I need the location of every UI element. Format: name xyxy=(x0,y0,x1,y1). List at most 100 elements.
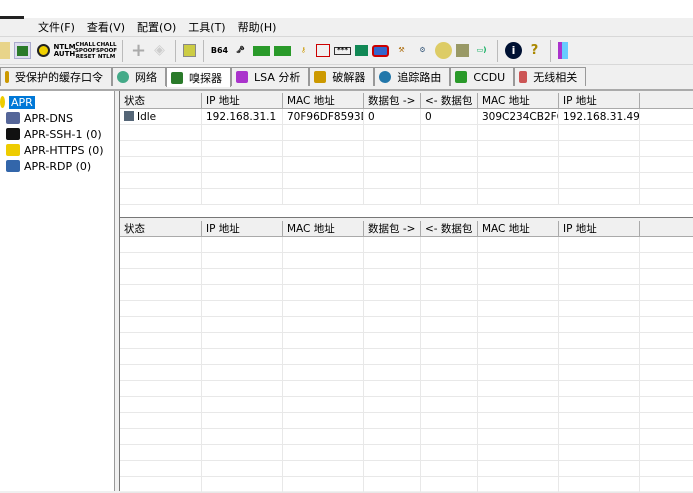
empty-row xyxy=(120,173,693,189)
col-status[interactable]: 状态 xyxy=(120,93,202,108)
empty-cell xyxy=(559,253,640,268)
col-packets-in[interactable]: <- 数据包 xyxy=(421,221,478,236)
col-ip[interactable]: IP 地址 xyxy=(202,93,283,108)
empty-cell xyxy=(640,397,693,412)
empty-cell xyxy=(120,125,202,140)
col-ip-2[interactable]: IP 地址 xyxy=(559,93,640,108)
col-packets-out[interactable]: 数据包 -> xyxy=(364,221,421,236)
empty-cell xyxy=(421,157,478,172)
tab-sniffer[interactable]: 嗅探器 xyxy=(166,67,231,87)
password-icon[interactable]: *** xyxy=(334,46,351,55)
sniffer-toggle-button[interactable] xyxy=(14,42,31,59)
empty-cell xyxy=(120,333,202,348)
key-icon[interactable]: ⚷ xyxy=(295,42,312,59)
apr-icon xyxy=(0,96,5,108)
hash-calc-icon[interactable] xyxy=(253,45,270,56)
base64-button[interactable]: B64 xyxy=(211,42,228,59)
menu-tools[interactable]: 工具(T) xyxy=(188,19,225,35)
empty-cell xyxy=(421,445,478,460)
tab-network[interactable]: 网络 xyxy=(112,67,166,86)
tree-node-apr-dns[interactable]: APR-DNS xyxy=(6,110,73,126)
tab-label: 无线相关 xyxy=(533,71,578,84)
rdp-icon[interactable] xyxy=(316,44,330,57)
col-mac-2[interactable]: MAC 地址 xyxy=(478,221,559,236)
tree-node-apr-ssh[interactable]: APR-SSH-1 (0) xyxy=(6,126,102,142)
remove-icon[interactable]: ◈ xyxy=(151,42,168,59)
network-icon[interactable]: ⚙ xyxy=(414,42,431,59)
col-mac-2[interactable]: MAC 地址 xyxy=(478,93,559,108)
tree-node-apr-https[interactable]: APR-HTTPS (0) xyxy=(6,142,104,158)
tree-node-apr[interactable]: APR xyxy=(0,94,35,110)
empty-cell xyxy=(202,253,283,268)
empty-cell xyxy=(202,173,283,188)
empty-cell xyxy=(478,477,559,492)
col-mac[interactable]: MAC 地址 xyxy=(283,221,364,236)
col-status[interactable]: 状态 xyxy=(120,221,202,236)
apr-toggle-button[interactable] xyxy=(35,42,52,59)
empty-cell xyxy=(478,381,559,396)
rainbow-icon[interactable] xyxy=(274,45,291,56)
menu-file[interactable]: 文件(F) xyxy=(38,19,75,35)
empty-cell xyxy=(120,365,202,380)
empty-cell xyxy=(421,477,478,492)
empty-cell xyxy=(283,461,364,476)
toolbar-separator xyxy=(550,39,551,62)
menu-config[interactable]: 配置(O) xyxy=(137,19,176,35)
empty-cell xyxy=(421,173,478,188)
tab-traceroute[interactable]: 追踪路由 xyxy=(374,67,451,86)
empty-cell xyxy=(559,333,640,348)
chall-spoof-reset-button[interactable]: CHALL SPOOF RESET xyxy=(75,42,96,60)
empty-cell xyxy=(640,189,693,204)
empty-cell xyxy=(559,349,640,364)
empty-row xyxy=(120,397,693,413)
col-ip-2[interactable]: IP 地址 xyxy=(559,221,640,236)
hammer-icon[interactable]: ⚒ xyxy=(393,42,410,59)
empty-cell xyxy=(421,141,478,156)
cell-empty xyxy=(640,109,693,124)
empty-cell xyxy=(283,365,364,380)
add-icon[interactable]: + xyxy=(130,42,147,60)
tree-node-apr-rdp[interactable]: APR-RDP (0) xyxy=(6,158,91,174)
empty-cell xyxy=(421,333,478,348)
empty-row xyxy=(120,365,693,381)
info-icon[interactable]: i xyxy=(505,42,522,59)
table-row[interactable]: Idle 192.168.31.1 70F96DF8593D 0 0 309C2… xyxy=(120,109,693,125)
empty-row xyxy=(120,349,693,365)
decoder-icon[interactable] xyxy=(183,44,196,57)
col-mac[interactable]: MAC 地址 xyxy=(283,93,364,108)
empty-cell xyxy=(283,397,364,412)
list-header: 状态 IP 地址 MAC 地址 数据包 -> <- 数据包 MAC 地址 IP … xyxy=(120,93,693,109)
tab-protected-cache[interactable]: 受保护的缓存口令 xyxy=(0,67,112,86)
empty-cell xyxy=(202,381,283,396)
col-packets-out[interactable]: 数据包 -> xyxy=(364,93,421,108)
empty-cell xyxy=(640,141,693,156)
chall-spoof-ntlm-button[interactable]: CHALL SPOOF NTLM xyxy=(96,42,117,60)
terminal-icon[interactable] xyxy=(355,45,368,56)
empty-cell xyxy=(421,237,478,252)
ntlm-auth-button[interactable]: NTLM AUTH xyxy=(53,42,75,59)
tab-ccdu[interactable]: CCDU xyxy=(450,67,515,86)
empty-cell xyxy=(640,301,693,316)
antenna-icon xyxy=(519,71,528,83)
empty-cell xyxy=(640,413,693,428)
tab-wireless[interactable]: 无线相关 xyxy=(514,67,587,86)
empty-cell xyxy=(120,301,202,316)
capture-icon[interactable] xyxy=(372,44,389,57)
col-ip[interactable]: IP 地址 xyxy=(202,221,283,236)
open-folder-icon[interactable] xyxy=(0,42,10,59)
menu-view[interactable]: 查看(V) xyxy=(87,19,125,35)
disk-icon[interactable] xyxy=(435,42,452,59)
menu-help[interactable]: 帮助(H) xyxy=(238,19,277,35)
empty-cell xyxy=(283,333,364,348)
empty-cell xyxy=(364,333,421,348)
wireless-icon[interactable]: ▭) xyxy=(473,42,490,59)
empty-cell xyxy=(421,189,478,204)
exit-icon[interactable] xyxy=(558,42,568,59)
tab-lsa[interactable]: LSA 分析 xyxy=(231,67,310,86)
keypad-icon[interactable] xyxy=(456,44,469,57)
col-packets-in[interactable]: <- 数据包 xyxy=(421,93,478,108)
tab-cracker[interactable]: 破解器 xyxy=(309,67,375,86)
empty-row xyxy=(120,461,693,477)
key-note-icon[interactable]: 🗝 xyxy=(232,42,249,59)
help-icon[interactable]: ? xyxy=(526,42,543,59)
